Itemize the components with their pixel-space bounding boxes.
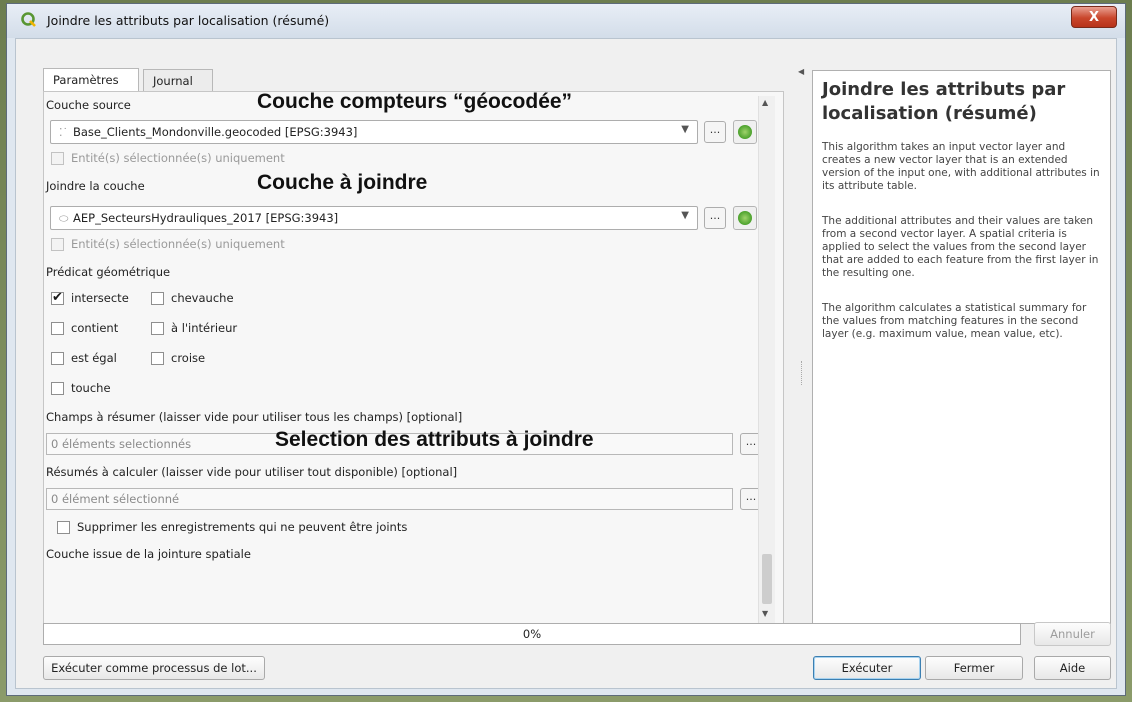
predicate-chevauche-checkbox[interactable] [151, 292, 164, 305]
batch-process-button[interactable]: Exécuter comme processus de lot... [43, 656, 265, 680]
source-browse-button[interactable]: ... [704, 121, 726, 143]
annotation-join: Couche à joindre [257, 171, 428, 194]
window-title: Joindre les attributs par localisation (… [47, 13, 330, 28]
scroll-down-icon[interactable]: ▼ [762, 609, 768, 618]
qgis-logo-icon [21, 12, 36, 27]
close-window-button[interactable]: X [1071, 6, 1117, 28]
close-button[interactable]: Fermer [925, 656, 1023, 680]
predicate-intersecte-label: intersecte [71, 291, 129, 305]
run-button[interactable]: Exécuter [813, 656, 921, 680]
summaries-label: Résumés à calculer (laisser vide pour ut… [46, 465, 458, 479]
dialog-window: Joindre les attributs par localisation (… [6, 3, 1126, 696]
annotation-fields: Selection des attributs à joindre [275, 428, 594, 451]
source-iterate-button[interactable] [733, 120, 757, 144]
checkmark-icon: ✔ [52, 290, 63, 305]
splitter-handle[interactable] [801, 361, 804, 385]
scrollbar-thumb[interactable] [762, 554, 772, 604]
join-layer-combo[interactable]: ⬭ AEP_SecteursHydrauliques_2017 [EPSG:39… [50, 206, 698, 230]
parameters-scrollbar[interactable]: ▲ ▼ [758, 96, 775, 623]
join-layer-label: Joindre la couche [46, 179, 145, 193]
predicate-contient-checkbox[interactable] [51, 322, 64, 335]
join-selected-only-label: Entité(s) sélectionnée(s) uniquement [71, 237, 285, 251]
polygon-layer-icon: ⬭ [59, 212, 69, 225]
source-layer-value: Base_Clients_Mondonville.geocoded [EPSG:… [73, 125, 358, 139]
predicate-croise-label: croise [171, 351, 206, 365]
help-button[interactable]: Aide [1034, 656, 1111, 680]
join-selected-only-checkbox[interactable] [51, 238, 64, 251]
annotation-source: Couche compteurs “géocodée” [257, 91, 573, 113]
source-selected-only-checkbox[interactable] [51, 152, 64, 165]
predicate-touche-checkbox[interactable] [51, 382, 64, 395]
join-layer-value: AEP_SecteursHydrauliques_2017 [EPSG:3943… [73, 211, 339, 225]
join-iterate-button[interactable] [733, 206, 757, 230]
summaries-value: 0 élément sélectionné [51, 492, 180, 506]
point-layer-icon: ⁚˙ [59, 126, 68, 139]
help-paragraph-3: The algorithm calculates a statistical s… [822, 302, 1087, 340]
title-bar[interactable]: Joindre les attributs par localisation (… [7, 4, 1125, 38]
cancel-button[interactable]: Annuler [1034, 622, 1111, 646]
progress-bar: 0% [43, 623, 1021, 645]
summaries-input[interactable]: 0 élément sélectionné [46, 488, 733, 510]
predicate-touche-label: touche [71, 381, 111, 395]
join-browse-button[interactable]: ... [704, 207, 726, 229]
dialog-body: Paramètres Journal Couche source Couche … [15, 38, 1117, 689]
discard-nonmatching-checkbox[interactable] [57, 521, 70, 534]
tab-journal[interactable]: Journal [143, 69, 213, 91]
discard-nonmatching-label: Supprimer les enregistrements qui ne peu… [77, 520, 408, 534]
progress-text: 0% [522, 627, 542, 641]
predicate-interieur-label: à l'intérieur [171, 321, 238, 335]
scroll-up-icon[interactable]: ▲ [762, 98, 768, 107]
predicate-croise-checkbox[interactable] [151, 352, 164, 365]
parameters-panel: Couche source Couche compteurs “géocodée… [43, 91, 784, 627]
predicate-label: Prédicat géométrique [46, 265, 171, 279]
predicate-est-egal-label: est égal [71, 351, 117, 365]
help-panel: Joindre les attributs par localisation (… [812, 70, 1111, 624]
predicate-interieur-checkbox[interactable] [151, 322, 164, 335]
iterate-icon [738, 211, 752, 225]
collapse-arrow-icon[interactable]: ◀ [798, 67, 804, 76]
chevron-down-icon: ▼ [681, 210, 689, 221]
chevron-down-icon: ▼ [681, 124, 689, 135]
source-layer-label: Couche source [46, 98, 131, 112]
predicate-contient-label: contient [71, 321, 119, 335]
help-paragraph-1: This algorithm takes an input vector lay… [822, 141, 1100, 192]
predicate-est-egal-checkbox[interactable] [51, 352, 64, 365]
source-layer-combo[interactable]: ⁚˙ Base_Clients_Mondonville.geocoded [EP… [50, 120, 698, 144]
tab-parametres[interactable]: Paramètres [43, 68, 139, 92]
output-layer-label: Couche issue de la jointure spatiale [46, 547, 251, 561]
fields-value: 0 éléments selectionnés [51, 437, 192, 451]
predicate-chevauche-label: chevauche [171, 291, 234, 305]
help-title: Joindre les attributs par localisation (… [822, 79, 1066, 124]
help-paragraph-2: The additional attributes and their valu… [822, 215, 1099, 279]
fields-label: Champs à résumer (laisser vide pour util… [46, 410, 463, 424]
source-selected-only-label: Entité(s) sélectionnée(s) uniquement [71, 151, 285, 165]
iterate-icon [738, 125, 752, 139]
predicate-intersecte-checkbox[interactable]: ✔ [51, 290, 64, 305]
